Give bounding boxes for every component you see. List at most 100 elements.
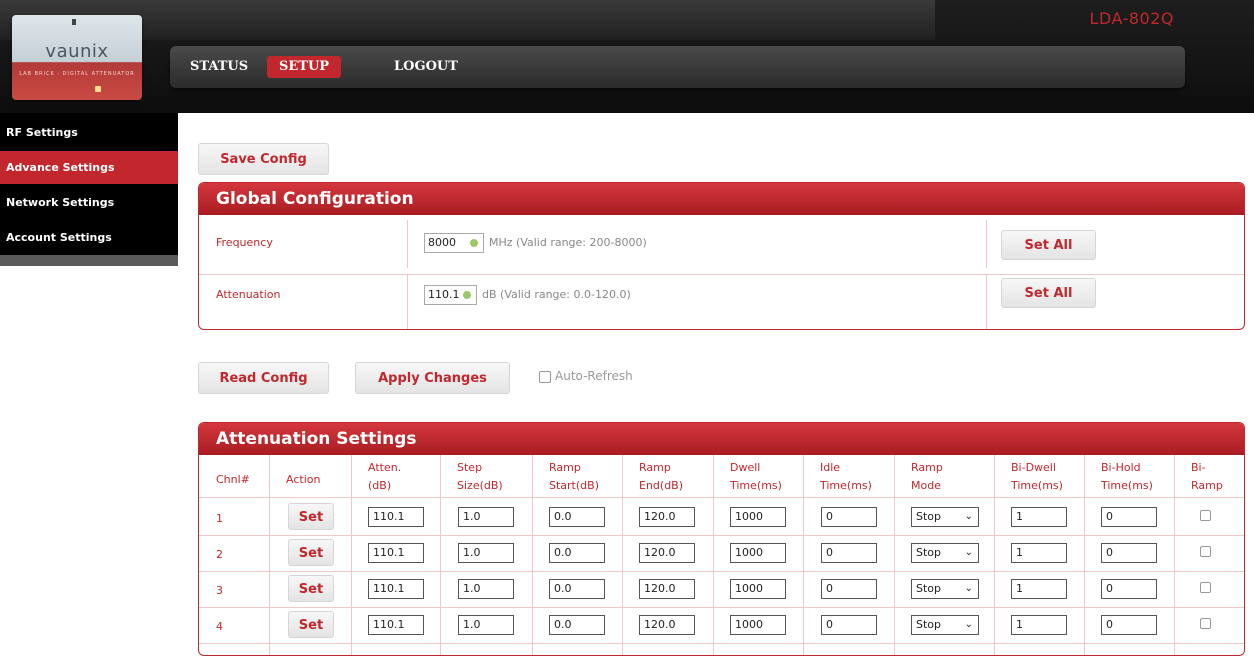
header: LDA-802Q vaunix LAB BRICK · DIGITAL ATTE… [0,0,1254,113]
ramp-mode-value: Stop [916,546,942,559]
bi-ramp-checkbox[interactable] [1200,510,1211,521]
channel-set-button[interactable]: Set [288,539,334,566]
sidebar: RF Settings Advance Settings Network Set… [0,113,178,266]
column-divider [713,455,714,655]
divider [407,220,408,268]
attenuation-table: Chnl# Action Atten. (dB) Step Size(dB) Ramp … [199,423,1244,655]
idle-input[interactable]: 0 [821,507,877,527]
read-config-button[interactable]: Read Config [198,362,329,394]
column-divider [1174,455,1175,655]
chevron-down-icon: ⌄ [964,547,973,558]
frequency-row: Frequency 8000 MHz (Valid range: 200-800… [199,220,1244,268]
rend-input[interactable]: 120.0 [639,507,695,527]
column-divider [994,455,995,655]
frequency-value: 8000 [428,236,456,249]
attenuation-settings-panel: Attenuation Settings Chnl# Action Atten. (… [198,422,1245,656]
save-config-button[interactable]: Save Config [198,143,329,175]
auto-refresh-checkbox[interactable] [539,371,551,383]
step-input[interactable]: 1.0 [458,507,514,527]
ramp-mode-select[interactable]: Stop ⌄ [911,615,979,635]
rstart-input[interactable]: 0.0 [549,543,605,563]
col-header-ramp-mode: Ramp Mode [911,461,943,492]
sidebar-item-rf-settings[interactable]: RF Settings [0,116,178,149]
ramp-mode-select[interactable]: Stop ⌄ [911,543,979,563]
channel-set-button[interactable]: Set [288,575,334,602]
attenuation-set-all-button[interactable]: Set All [1001,278,1096,308]
rstart-input[interactable]: 0.0 [549,579,605,599]
bidwell-input[interactable]: 1 [1011,615,1067,635]
rstart-input[interactable]: 0.0 [549,615,605,635]
rend-input[interactable]: 120.0 [639,615,695,635]
nav-logout[interactable]: LOGOUT [382,56,470,78]
bi-ramp-checkbox[interactable] [1200,546,1211,557]
frequency-set-all-button[interactable]: Set All [1001,230,1096,260]
channel-set-button[interactable]: Set [288,611,334,638]
step-input[interactable]: 1.0 [458,579,514,599]
sidebar-item-advance-settings[interactable]: Advance Settings [0,151,178,184]
column-divider [269,455,270,655]
col-header-atten: Atten. (dB) [368,461,402,492]
rend-input[interactable]: 120.0 [639,579,695,599]
divider [407,275,408,329]
rend-input[interactable]: 120.0 [639,543,695,563]
bihold-input[interactable]: 0 [1101,615,1157,635]
atten-input[interactable]: 110.1 [368,543,424,563]
nav-setup[interactable]: SETUP [267,56,342,78]
spinner-icon[interactable] [470,239,478,247]
bi-ramp-checkbox[interactable] [1200,582,1211,593]
channel-number: 4 [216,620,223,633]
frequency-label: Frequency [216,236,273,249]
bihold-input[interactable]: 0 [1101,507,1157,527]
channel-number: 1 [216,512,223,525]
idle-input[interactable]: 0 [821,579,877,599]
rstart-input[interactable]: 0.0 [549,507,605,527]
attenuation-label: Attenuation [216,288,281,301]
dwell-input[interactable]: 1000 [730,543,786,563]
bidwell-input[interactable]: 1 [1011,579,1067,599]
nav-status[interactable]: STATUS [178,56,260,78]
idle-input[interactable]: 0 [821,615,877,635]
ramp-mode-select[interactable]: Stop ⌄ [911,507,979,527]
col-header-bi-hold-time: Bi-Hold Time(ms) [1101,461,1153,492]
column-divider [440,455,441,655]
bihold-input[interactable]: 0 [1101,579,1157,599]
step-input[interactable]: 1.0 [458,543,514,563]
ramp-mode-value: Stop [916,510,942,523]
idle-input[interactable]: 0 [821,543,877,563]
logo-subtext: LAB BRICK · DIGITAL ATTENUATOR [19,71,135,77]
column-divider [351,455,352,655]
frequency-hint: MHz (Valid range: 200-8000) [489,236,647,249]
attenuation-row: Attenuation 110.1 dB (Valid range: 0.0-1… [199,275,1244,329]
channel-set-button[interactable]: Set [288,503,334,530]
column-divider [1084,455,1085,655]
frequency-input[interactable]: 8000 [424,233,484,253]
atten-input[interactable]: 110.1 [368,579,424,599]
column-divider [622,455,623,655]
apply-changes-button[interactable]: Apply Changes [355,362,510,394]
col-header-idle-time: Idle Time(ms) [820,461,872,492]
spinner-icon[interactable] [463,291,471,299]
sidebar-item-network-settings[interactable]: Network Settings [0,186,178,219]
column-divider [532,455,533,655]
atten-input[interactable]: 110.1 [368,615,424,635]
bidwell-input[interactable]: 1 [1011,507,1067,527]
logo-dot-icon [72,19,76,25]
row-divider [199,643,1244,644]
dwell-input[interactable]: 1000 [730,579,786,599]
bihold-input[interactable]: 0 [1101,543,1157,563]
col-header-step-size: Step Size(dB) [457,461,503,492]
dwell-input[interactable]: 1000 [730,507,786,527]
ramp-mode-select[interactable]: Stop ⌄ [911,579,979,599]
global-configuration-title: Global Configuration [199,183,1244,215]
step-input[interactable]: 1.0 [458,615,514,635]
atten-input[interactable]: 110.1 [368,507,424,527]
bi-ramp-checkbox[interactable] [1200,618,1211,629]
col-header-ramp-end: Ramp End(dB) [639,461,684,492]
attenuation-input[interactable]: 110.1 [424,285,477,305]
bidwell-input[interactable]: 1 [1011,543,1067,563]
dwell-input[interactable]: 1000 [730,615,786,635]
col-header-bi-ramp: Bi- Ramp [1191,461,1223,492]
sidebar-item-account-settings[interactable]: Account Settings [0,221,178,254]
row-divider [199,571,1244,572]
sidebar-footer-bar [0,255,178,266]
